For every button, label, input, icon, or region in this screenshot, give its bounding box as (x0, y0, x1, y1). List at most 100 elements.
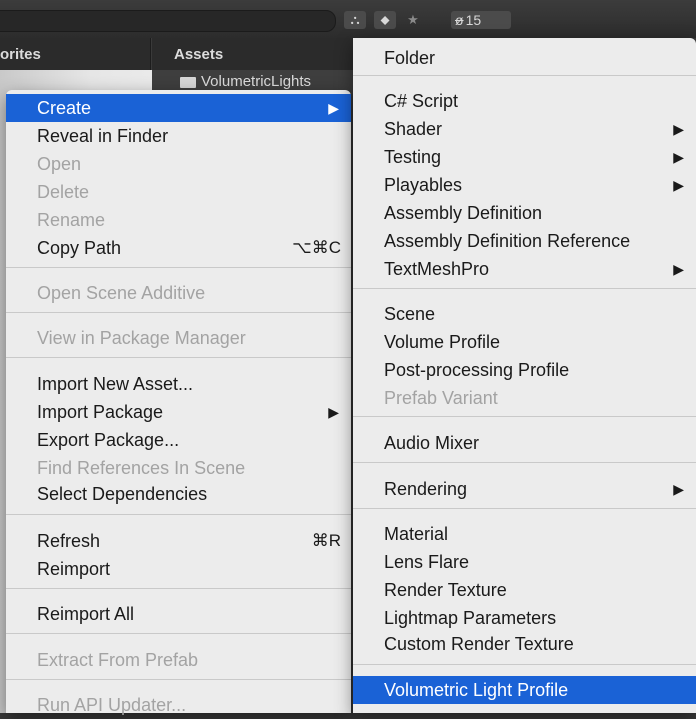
create-item-assembly-definition-reference[interactable]: Assembly Definition Reference (353, 227, 696, 255)
create-item-post-processing-profile[interactable]: Post-processing Profile (353, 356, 696, 384)
menu-item-label: Audio Mixer (384, 433, 480, 453)
create-item-volumetric-light-profile[interactable]: Volumetric Light Profile (353, 676, 696, 704)
menu-item-open-scene-additive: Open Scene Additive (6, 279, 351, 307)
create-item-lens-flare[interactable]: Lens Flare (353, 548, 696, 576)
menu-item-import-new-asset[interactable]: Import New Asset... (6, 370, 351, 398)
menu-separator (6, 357, 351, 358)
create-item-audio-mixer[interactable]: Audio Mixer (353, 429, 696, 457)
menu-item-label: Export Package... (37, 430, 180, 450)
menu-item-extract-from-prefab: Extract From Prefab (6, 646, 351, 674)
menu-item-run-api-updater: Run API Updater... (6, 691, 351, 719)
menu-item-label: Render Texture (384, 580, 507, 600)
create-item-render-texture[interactable]: Render Texture (353, 576, 696, 604)
menu-item-label: Folder (384, 48, 436, 68)
menu-item-label: C# Script (384, 91, 459, 111)
menu-item-create[interactable]: Create ▶ (6, 94, 351, 122)
menu-separator (353, 288, 696, 289)
create-item-shader[interactable]: Shader ▶ (353, 115, 696, 143)
menu-item-label: Lightmap Parameters (384, 608, 557, 628)
submenu-arrow-icon: ▶ (328, 100, 339, 116)
menu-item-export-package[interactable]: Export Package... (6, 426, 351, 454)
menu-item-reimport-all[interactable]: Reimport All (6, 600, 351, 628)
menu-item-view-in-package-manager: View in Package Manager (6, 324, 351, 352)
assets-header: Assets (152, 38, 362, 70)
menu-item-label: Reimport (37, 559, 111, 579)
folder-name: VolumetricLights (201, 73, 312, 90)
create-item-folder[interactable]: Folder (353, 44, 696, 72)
menu-item-copy-path[interactable]: Copy Path ⌥⌘C (6, 234, 351, 262)
menu-item-find-references: Find References In Scene (6, 454, 351, 482)
create-item-scene[interactable]: Scene (353, 300, 696, 328)
submenu-arrow-icon: ▶ (673, 121, 684, 137)
hidden-count-value: 15 (465, 12, 482, 28)
menu-item-label: Copy Path (37, 238, 122, 258)
menu-separator (353, 508, 696, 509)
menu-item-label: Delete (37, 182, 90, 202)
menu-item-label: Rename (37, 210, 106, 230)
submenu-arrow-icon: ▶ (673, 177, 684, 193)
submenu-arrow-icon: ▶ (328, 404, 339, 420)
create-item-textmeshpro[interactable]: TextMeshPro ▶ (353, 255, 696, 283)
menu-item-open: Open (6, 150, 351, 178)
menu-item-label: Select Dependencies (37, 484, 208, 504)
menu-separator (6, 588, 351, 589)
menu-separator (6, 679, 351, 680)
search-input[interactable] (0, 10, 336, 32)
menu-item-label: Extract From Prefab (37, 650, 199, 670)
menu-separator (353, 462, 696, 463)
menu-item-label: Volume Profile (384, 332, 501, 352)
menu-item-label: Volumetric Light Profile (384, 680, 569, 700)
create-item-prefab-variant: Prefab Variant (353, 384, 696, 412)
create-item-assembly-definition[interactable]: Assembly Definition (353, 199, 696, 227)
menu-separator (353, 664, 696, 665)
menu-separator (353, 75, 696, 76)
create-item-volume-profile[interactable]: Volume Profile (353, 328, 696, 356)
menu-item-label: Prefab Variant (384, 388, 498, 408)
menu-item-label: Refresh (37, 531, 101, 551)
create-item-csharp-script[interactable]: C# Script (353, 87, 696, 115)
create-item-testing[interactable]: Testing ▶ (353, 143, 696, 171)
menu-item-label: Open (37, 154, 82, 174)
menu-item-label: Import Package (37, 402, 164, 422)
menu-item-label: Scene (384, 304, 436, 324)
folder-icon (180, 76, 196, 88)
menu-separator (6, 312, 351, 313)
menu-item-label: Post-processing Profile (384, 360, 570, 380)
menu-item-refresh[interactable]: Refresh ⌘R (6, 527, 351, 555)
create-item-playables[interactable]: Playables ▶ (353, 171, 696, 199)
menu-item-label: Reveal in Finder (37, 126, 169, 146)
search-by-label-icon[interactable]: ⬥ (374, 11, 396, 29)
create-item-material[interactable]: Material (353, 520, 696, 548)
menu-item-label: Testing (384, 147, 442, 167)
menu-separator (353, 416, 696, 417)
menu-item-select-dependencies[interactable]: Select Dependencies (6, 480, 351, 508)
submenu-arrow-icon: ▶ (673, 261, 684, 277)
hidden-packages-toggle[interactable]: ø 15 (451, 11, 511, 29)
menu-item-label: TextMeshPro (384, 259, 490, 279)
shortcut-label: ⌘R (311, 531, 341, 550)
menu-item-reveal-in-finder[interactable]: Reveal in Finder (6, 122, 351, 150)
menu-item-label: Shader (384, 119, 443, 139)
menu-item-label: Find References In Scene (37, 458, 246, 478)
menu-item-reimport[interactable]: Reimport (6, 555, 351, 583)
favorite-star-icon[interactable]: ★ (402, 11, 424, 29)
create-item-custom-render-texture[interactable]: Custom Render Texture (353, 630, 696, 658)
menu-item-label: Lens Flare (384, 552, 470, 572)
menu-separator (6, 267, 351, 268)
menu-item-import-package[interactable]: Import Package ▶ (6, 398, 351, 426)
project-context-menu: Create ▶ Reveal in Finder Open Delete Re… (6, 90, 351, 715)
create-item-lightmap-parameters[interactable]: Lightmap Parameters (353, 604, 696, 632)
menu-separator (6, 633, 351, 634)
submenu-arrow-icon: ▶ (673, 149, 684, 165)
menu-item-label: Material (384, 524, 449, 544)
search-by-type-icon[interactable]: ⛬ (344, 11, 366, 29)
menu-item-label: Custom Render Texture (384, 634, 574, 654)
menu-item-rename: Rename (6, 206, 351, 234)
create-submenu: Folder C# Script Shader ▶ Testing ▶ Play… (353, 38, 696, 713)
menu-item-label: View in Package Manager (37, 328, 246, 348)
menu-item-label: Reimport All (37, 604, 135, 624)
menu-item-label: Run API Updater... (37, 695, 187, 715)
submenu-arrow-icon: ▶ (673, 481, 684, 497)
create-item-rendering[interactable]: Rendering ▶ (353, 475, 696, 503)
menu-item-label: Assembly Definition Reference (384, 231, 631, 251)
